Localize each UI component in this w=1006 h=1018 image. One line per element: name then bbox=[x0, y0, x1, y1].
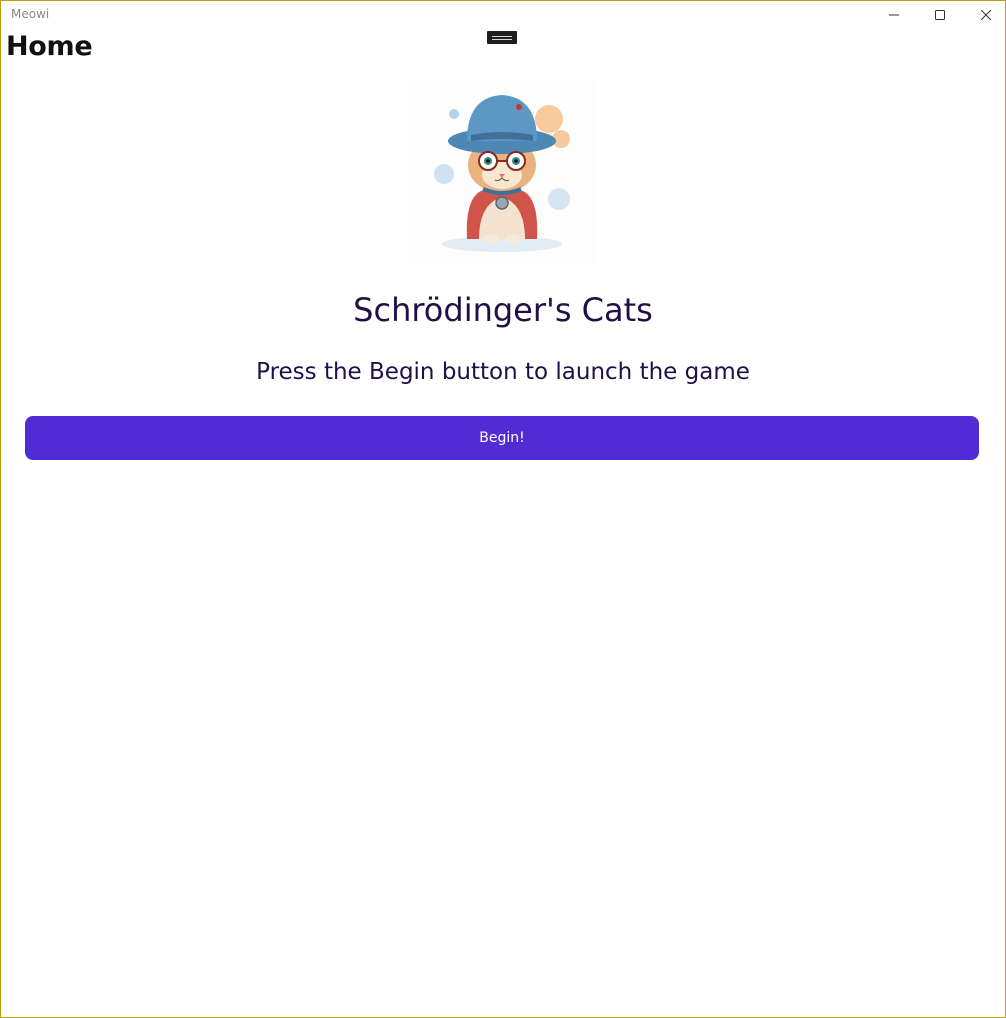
close-button[interactable] bbox=[963, 1, 1006, 29]
cat-illustration bbox=[409, 79, 595, 265]
minimize-icon bbox=[889, 14, 899, 16]
hamburger-icon bbox=[492, 35, 512, 37]
app-window: Meowi Home Schrödinger's Cats Press the … bbox=[0, 0, 1006, 1018]
title-bar[interactable]: Meowi bbox=[1, 1, 1005, 29]
maximize-button[interactable] bbox=[917, 1, 963, 29]
game-title: Schrödinger's Cats bbox=[353, 291, 653, 329]
flyout-menu-button[interactable] bbox=[487, 31, 517, 44]
minimize-button[interactable] bbox=[871, 1, 917, 29]
hero-image bbox=[409, 79, 595, 265]
page-title: Home bbox=[6, 31, 93, 62]
hamburger-icon bbox=[492, 38, 512, 40]
app-title: Meowi bbox=[11, 7, 50, 21]
close-icon bbox=[981, 10, 991, 20]
maximize-icon bbox=[935, 10, 945, 20]
begin-button[interactable]: Begin! bbox=[25, 416, 979, 460]
instructions-text: Press the Begin button to launch the gam… bbox=[256, 359, 750, 385]
